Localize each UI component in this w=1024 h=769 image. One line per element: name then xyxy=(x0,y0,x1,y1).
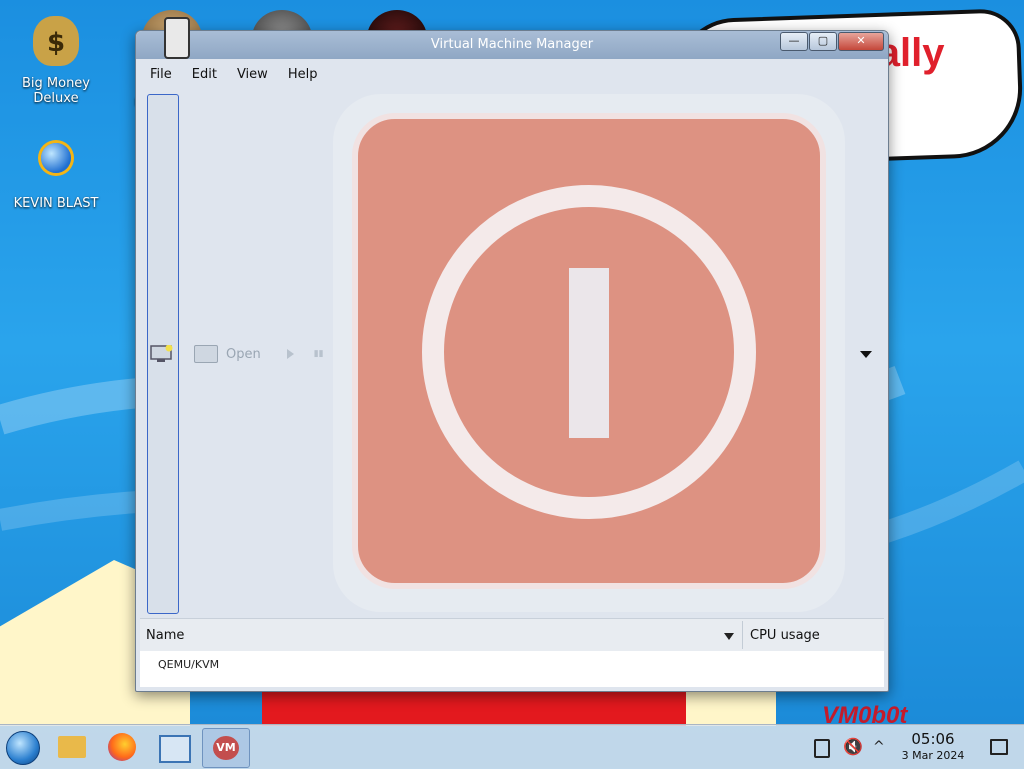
wallpaper-drawing-right xyxy=(686,690,776,726)
shutdown-menu-dropdown[interactable] xyxy=(860,351,872,358)
volume-muted-icon[interactable]: 🔇 xyxy=(843,737,863,756)
system-settings-icon xyxy=(159,735,191,763)
virt-manager-icon: VM xyxy=(213,736,239,760)
minimize-button[interactable]: — xyxy=(780,32,808,51)
new-vm-icon xyxy=(150,345,173,362)
title-bar[interactable]: Virtual Machine Manager — ▢ ✕ xyxy=(136,17,888,59)
run-button[interactable] xyxy=(286,349,294,359)
menu-view[interactable]: View xyxy=(227,65,278,84)
pause-button[interactable]: ▮▮ xyxy=(314,349,324,359)
connection-row[interactable]: QEMU/KVM xyxy=(158,658,219,671)
taskbar-system-settings[interactable] xyxy=(150,728,196,766)
file-manager-icon xyxy=(58,736,86,758)
open-console-icon xyxy=(194,345,218,363)
clock-time[interactable]: 05:06 xyxy=(900,730,966,748)
column-divider[interactable] xyxy=(742,621,743,649)
desktop-icon-label: Big Money Deluxe xyxy=(21,76,90,106)
taskbar: VM 🔇 ^ 05:06 3 Mar 2024 xyxy=(0,724,1024,769)
desktop-icon-kevin-blast[interactable]: KEVIN BLAST xyxy=(6,130,106,211)
virt-manager-window: Virtual Machine Manager — ▢ ✕ File Edit … xyxy=(135,17,889,692)
desktop-icon-label: KEVIN BLAST xyxy=(13,196,99,211)
column-name[interactable]: Name xyxy=(146,628,184,643)
main-toolbar: Open ▮▮ xyxy=(194,345,324,363)
taskbar-virt-manager[interactable]: VM xyxy=(202,728,250,768)
show-desktop-icon[interactable] xyxy=(990,739,1008,755)
vm-list: QEMU/KVM xyxy=(140,651,884,687)
taskbar-firefox[interactable] xyxy=(99,728,145,766)
menu-bar: File Edit View Help xyxy=(140,65,327,84)
window-title: Virtual Machine Manager xyxy=(430,37,594,52)
menu-help[interactable]: Help xyxy=(278,65,328,84)
firefox-icon xyxy=(108,733,136,761)
chevron-down-icon[interactable] xyxy=(724,633,734,640)
wallpaper-drawing-red xyxy=(262,686,686,726)
taskbar-file-manager[interactable] xyxy=(48,728,94,766)
chevron-up-icon[interactable]: ^ xyxy=(873,739,885,755)
money-bag-icon: $ xyxy=(33,16,79,66)
maximize-button[interactable]: ▢ xyxy=(809,32,837,51)
new-vm-toolbar-button[interactable] xyxy=(147,94,179,614)
column-cpu-usage[interactable]: CPU usage xyxy=(750,628,820,643)
sun-globe-icon xyxy=(28,130,84,186)
start-orb-icon[interactable] xyxy=(6,731,40,765)
clock-date[interactable]: 3 Mar 2024 xyxy=(893,749,973,762)
open-button[interactable]: Open xyxy=(226,347,261,362)
shutdown-icon[interactable] xyxy=(333,94,845,612)
vm-list-header: Name CPU usage xyxy=(140,618,884,652)
clipboard-icon[interactable] xyxy=(814,739,830,758)
menu-edit[interactable]: Edit xyxy=(182,65,227,84)
desktop-icon-big-money-deluxe[interactable]: $ Big Money Deluxe xyxy=(6,14,106,106)
menu-file[interactable]: File xyxy=(140,65,182,84)
close-button[interactable]: ✕ xyxy=(838,32,884,51)
